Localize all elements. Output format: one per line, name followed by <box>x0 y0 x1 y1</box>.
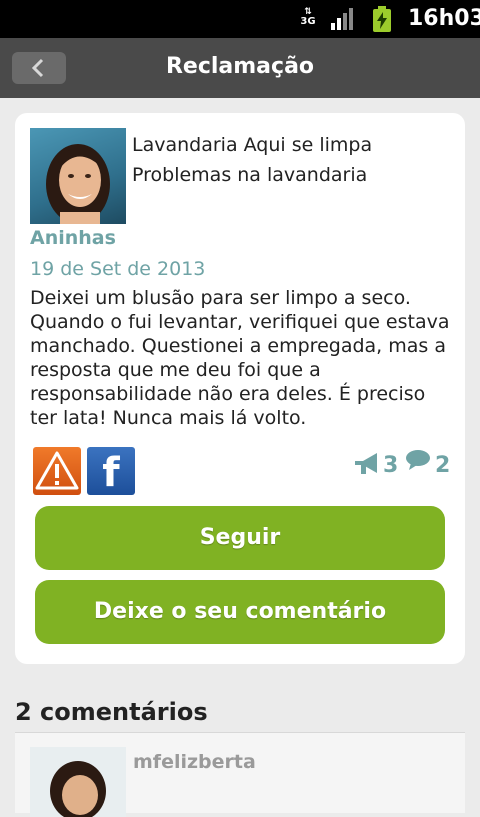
complaint-text: Deixei um blusão para ser limpo a seco. … <box>30 287 450 429</box>
comment-bubble-icon <box>406 450 430 470</box>
follow-button[interactable]: Seguir <box>35 506 445 570</box>
status-time: 16h03 <box>408 6 480 31</box>
title-bar: Reclamação <box>0 38 480 98</box>
comments-heading: 2 comentários <box>15 698 208 726</box>
commenter-portrait <box>50 761 106 817</box>
commenter-avatar[interactable] <box>30 747 126 817</box>
complaint-date: 19 de Set de 2013 <box>30 258 206 280</box>
followers-count: 3 <box>383 453 399 478</box>
leave-comment-button[interactable]: Deixe o seu comentário <box>35 580 445 644</box>
comment-item[interactable]: mfelizberta <box>15 732 465 817</box>
facebook-share-button[interactable]: f <box>87 447 135 496</box>
signal-icon <box>331 8 353 30</box>
report-button[interactable] <box>33 447 81 495</box>
network-type: 3G <box>300 16 316 27</box>
megaphone-icon <box>355 453 377 474</box>
status-bar: ⇅ 3G 16h03 <box>0 0 480 38</box>
comments-count: 2 <box>435 453 451 478</box>
warning-icon <box>35 451 79 490</box>
company-name: Lavandaria Aqui se limpa <box>132 134 373 156</box>
author-name[interactable]: Aninhas <box>30 227 116 249</box>
facebook-icon: f <box>102 450 120 496</box>
complaint-card: Lavandaria Aqui se limpa Problemas na la… <box>15 113 465 664</box>
complaint-heading[interactable]: Lavandaria Aqui se limpa Problemas na la… <box>132 130 372 190</box>
author-avatar[interactable] <box>30 128 126 224</box>
commenter-name[interactable]: mfelizberta <box>133 751 256 773</box>
network-indicator: ⇅ 3G <box>300 7 316 31</box>
complaint-category: Problemas na lavandaria <box>132 164 368 186</box>
page-title: Reclamação <box>165 54 315 79</box>
battery-charging-icon <box>373 6 391 32</box>
avatar-portrait <box>46 144 110 224</box>
